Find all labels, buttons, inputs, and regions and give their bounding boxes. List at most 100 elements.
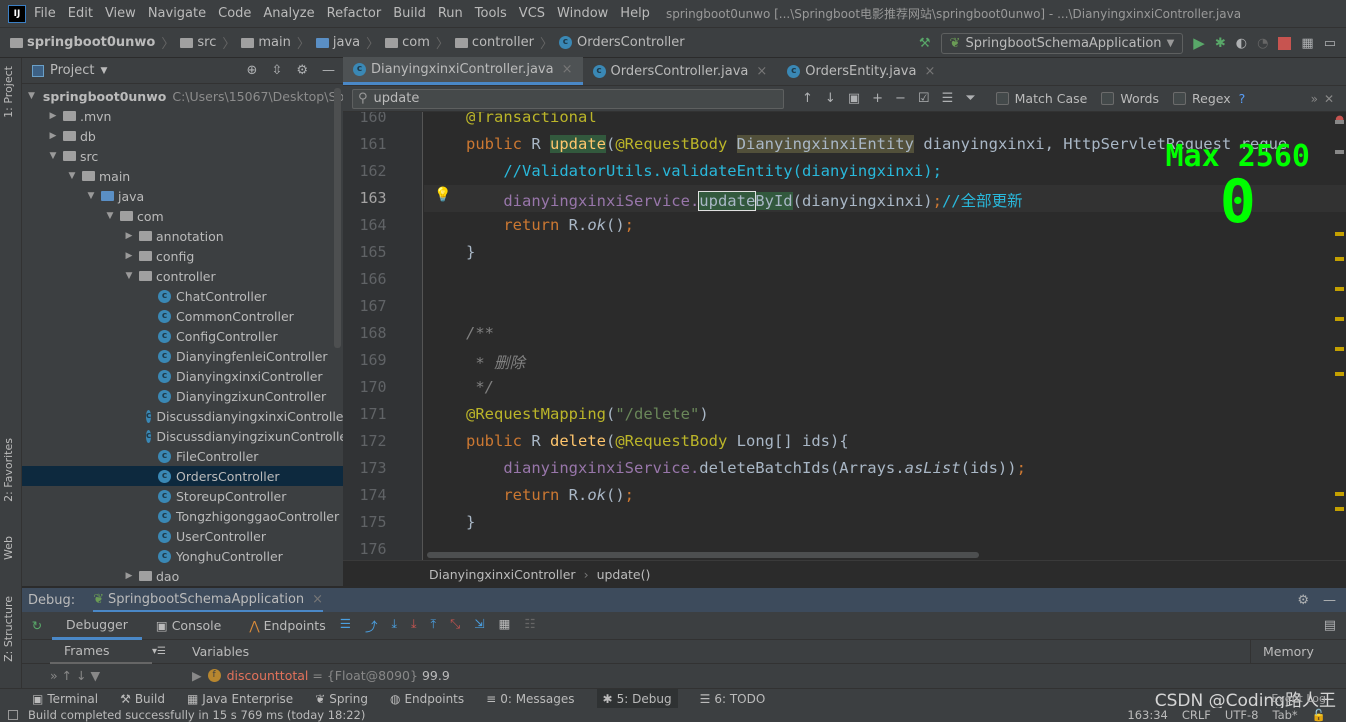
previous-occurrence-icon[interactable]: ↑ bbox=[802, 91, 813, 106]
tool-tab-todo[interactable]: ☰ 6: TODO bbox=[700, 692, 766, 706]
chevron-right-icon[interactable]: ▶ bbox=[47, 131, 59, 141]
stripe-marker[interactable] bbox=[1335, 507, 1344, 511]
code-line[interactable]: } bbox=[466, 243, 475, 261]
frames-menu-icon[interactable]: ▾☰ bbox=[152, 646, 192, 657]
menu-file[interactable]: File bbox=[34, 6, 56, 21]
tab-debugger[interactable]: Debugger bbox=[52, 612, 142, 640]
tool-windows-icon[interactable] bbox=[8, 710, 18, 720]
chevron-down-icon[interactable]: ▼ bbox=[104, 211, 116, 221]
tool-tab-terminal[interactable]: ▣ Terminal bbox=[32, 692, 98, 706]
tree-item[interactable]: c CommonController bbox=[22, 306, 343, 326]
stripe-marker[interactable] bbox=[1335, 257, 1344, 261]
menu-run[interactable]: Run bbox=[438, 6, 463, 21]
menu-code[interactable]: Code bbox=[218, 6, 251, 21]
add-selection-icon[interactable]: + bbox=[872, 91, 883, 106]
expand-icon[interactable]: ▶ bbox=[192, 668, 202, 683]
breadcrumb-item[interactable]: main 〉 bbox=[241, 33, 310, 52]
tree-item[interactable]: ▶ db bbox=[22, 126, 343, 146]
code-line[interactable]: //ValidatorUtils.validateEntity(dianying… bbox=[466, 162, 942, 180]
close-icon[interactable]: × bbox=[312, 592, 323, 607]
code-line[interactable]: * 删除 bbox=[466, 351, 525, 373]
regex-checkbox[interactable]: Regex? bbox=[1173, 91, 1245, 106]
menu-refactor[interactable]: Refactor bbox=[327, 6, 382, 21]
match-case-checkbox[interactable]: Match Case bbox=[995, 91, 1087, 106]
debug-icon[interactable]: ✱ bbox=[1215, 36, 1226, 51]
project-scrollbar[interactable] bbox=[334, 88, 341, 348]
drop-frame-icon[interactable]: ⤡ bbox=[450, 616, 460, 635]
regex-help-link[interactable]: ? bbox=[1239, 91, 1246, 106]
rerun-icon[interactable]: ↻ bbox=[22, 618, 52, 633]
tree-item[interactable]: c ConfigController bbox=[22, 326, 343, 346]
coverage-icon[interactable]: ◐ bbox=[1236, 36, 1247, 51]
tool-tab-javaenterprise[interactable]: ▦ Java Enterprise bbox=[187, 692, 293, 706]
stripe-marker[interactable] bbox=[1335, 150, 1344, 154]
error-stripe[interactable]: ● bbox=[1332, 112, 1346, 560]
code-line[interactable]: public R update(@RequestBody Dianyingxin… bbox=[466, 135, 1287, 153]
menu-view[interactable]: View bbox=[105, 6, 136, 21]
tree-item[interactable]: ▼ springboot0unwo C:\Users\15067\Desktop\S… bbox=[22, 86, 343, 106]
tree-item[interactable]: ▼ com bbox=[22, 206, 343, 226]
stripe-marker[interactable] bbox=[1335, 287, 1344, 291]
memory-tab[interactable]: Memory bbox=[1250, 639, 1346, 664]
chevron-down-icon[interactable]: ▼ bbox=[100, 66, 107, 76]
tree-item[interactable]: ▶ annotation bbox=[22, 226, 343, 246]
stripe-marker[interactable] bbox=[1335, 120, 1344, 124]
menu-window[interactable]: Window bbox=[557, 6, 608, 21]
code-line[interactable]: dianyingxinxiService.deleteBatchIds(Arra… bbox=[466, 459, 1026, 477]
tree-item[interactable]: c FileController bbox=[22, 446, 343, 466]
chevron-right-icon[interactable]: ▶ bbox=[47, 111, 59, 121]
terminal-icon[interactable]: ▭ bbox=[1324, 36, 1336, 51]
tree-item[interactable]: ▶ .mvn bbox=[22, 106, 343, 126]
chevron-down-icon[interactable]: ▼ bbox=[85, 191, 97, 201]
step-over-icon[interactable]: ⤓ bbox=[391, 616, 397, 635]
lightbulb-icon[interactable]: 💡 bbox=[434, 187, 451, 203]
project-tool-tab[interactable]: 1: Project bbox=[2, 66, 15, 118]
tab-dianyingxinxicontroller[interactable]: c DianyingxinxiController.java × bbox=[343, 57, 583, 85]
breadcrumb-item[interactable]: springboot0unwo 〉 bbox=[10, 33, 174, 52]
collapse-all-icon[interactable]: ⇳ bbox=[271, 63, 282, 78]
breadcrumb-method[interactable]: update() bbox=[597, 567, 651, 582]
more-options-icon[interactable]: » bbox=[1311, 92, 1318, 106]
run-configuration-select[interactable]: ❦ SpringbootSchemaApplication ▼ bbox=[940, 32, 1184, 54]
gear-icon[interactable]: ⚙ bbox=[1297, 593, 1309, 608]
next-occurrence-icon[interactable]: ↓ bbox=[825, 91, 836, 106]
event-log-tab[interactable]: Event Log bbox=[1271, 692, 1326, 705]
tab-console[interactable]: ▣ Console bbox=[142, 612, 235, 640]
menu-tools[interactable]: Tools bbox=[475, 6, 507, 21]
stripe-marker[interactable] bbox=[1335, 372, 1344, 376]
menu-vcs[interactable]: VCS bbox=[519, 6, 545, 21]
words-checkbox[interactable]: Words bbox=[1101, 91, 1159, 106]
lock-icon[interactable]: 🔓 bbox=[1312, 708, 1326, 722]
caret-position[interactable]: 163:34 bbox=[1127, 708, 1167, 722]
chevron-down-icon[interactable]: ▼ bbox=[66, 171, 78, 181]
gear-icon[interactable]: ⚙ bbox=[296, 63, 308, 78]
frames-tab[interactable]: Frames bbox=[50, 640, 152, 664]
hide-icon[interactable]: — bbox=[322, 63, 335, 78]
code-line[interactable]: /** bbox=[466, 324, 494, 342]
code-line[interactable]: public R delete(@RequestBody Long[] ids)… bbox=[466, 432, 849, 450]
code-line[interactable]: @Transactional bbox=[466, 112, 597, 126]
step-out-icon[interactable]: ⤒ bbox=[431, 616, 437, 635]
stop-icon[interactable] bbox=[1278, 36, 1292, 50]
line-separator[interactable]: CRLF bbox=[1182, 708, 1211, 722]
select-all-icon[interactable]: ▣ bbox=[848, 91, 860, 106]
project-view-select[interactable]: Project bbox=[50, 63, 94, 78]
code-line[interactable]: @RequestMapping("/delete") bbox=[466, 405, 709, 423]
run-to-cursor-icon[interactable]: ⇲ bbox=[474, 616, 484, 635]
breadcrumb-item[interactable]: c OrdersController bbox=[558, 35, 685, 50]
code-line[interactable]: return R.ok(); bbox=[466, 486, 634, 504]
file-encoding[interactable]: UTF-8 bbox=[1225, 708, 1259, 722]
tree-item[interactable]: c OrdersController bbox=[22, 466, 343, 486]
tree-item[interactable]: ▶ dao bbox=[22, 566, 343, 586]
horizontal-scrollbar[interactable] bbox=[427, 552, 979, 558]
stripe-marker[interactable] bbox=[1335, 492, 1344, 496]
run-icon[interactable]: ▶ bbox=[1193, 34, 1205, 52]
chevron-down-icon[interactable]: ▼ bbox=[28, 91, 35, 101]
menu-edit[interactable]: Edit bbox=[68, 6, 93, 21]
menu-analyze[interactable]: Analyze bbox=[263, 6, 314, 21]
debug-session-tab[interactable]: ❦ SpringbootSchemaApplication × bbox=[93, 588, 324, 612]
chevron-right-icon[interactable]: ▶ bbox=[123, 231, 135, 241]
web-tool-tab[interactable]: Web bbox=[2, 536, 15, 560]
tool-tab-endpoints[interactable]: ◍ Endpoints bbox=[390, 692, 464, 706]
tree-item[interactable]: c UserController bbox=[22, 526, 343, 546]
